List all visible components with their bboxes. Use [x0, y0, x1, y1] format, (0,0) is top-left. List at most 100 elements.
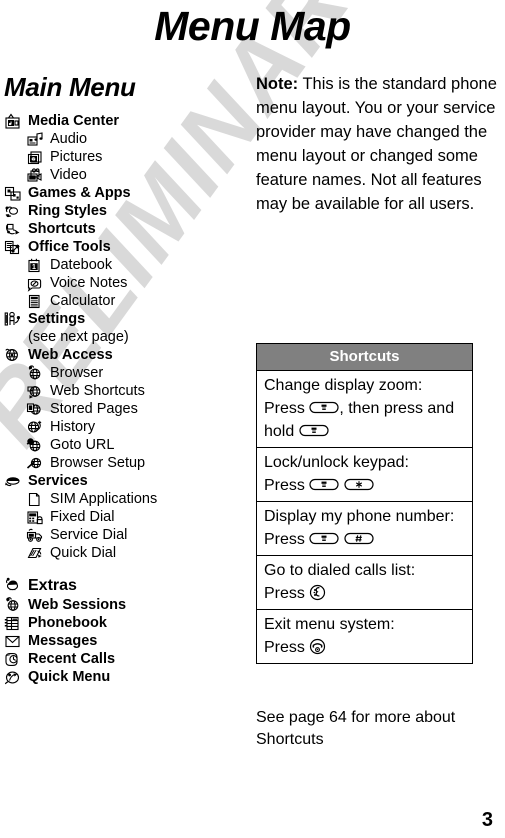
menu-key-icon: [299, 423, 329, 438]
main-menu-item-quick-dial[interactable]: Quick Dial: [4, 544, 242, 562]
services-icon: [4, 473, 23, 490]
main-menu-item-pictures[interactable]: 2 Pictures: [4, 148, 242, 166]
main-menu-item-service-dial[interactable]: Service Dial: [4, 526, 242, 544]
note-column: Note: This is the standard phone menu la…: [256, 72, 500, 216]
note-paragraph: Note: This is the standard phone menu la…: [256, 72, 500, 216]
ring-styles-icon: [4, 203, 23, 220]
main-menu-item-label: Quick Dial: [50, 544, 117, 561]
main-menu-item-label: Calculator: [50, 292, 116, 309]
extras-menu-item-label: Web Sessions: [28, 596, 127, 613]
main-menu-item-label: Shortcuts: [28, 220, 96, 237]
main-menu-item-shortcuts[interactable]: Shortcuts: [4, 220, 242, 238]
menu-key-icon: [309, 531, 339, 546]
audio-note-icon: [26, 131, 45, 148]
main-menu-item-services[interactable]: Services: [4, 472, 242, 490]
extras-menu-item-label: Extras: [28, 576, 77, 594]
shortcut-text: Change display zoom:: [264, 377, 423, 394]
main-menu-item-browser-setup[interactable]: Browser Setup: [4, 454, 242, 472]
main-menu-item-browser[interactable]: Browser: [4, 364, 242, 382]
service-dial-icon: [26, 527, 45, 544]
extras-menu-item-label: Recent Calls: [28, 650, 116, 667]
main-menu-item-fixed-dial[interactable]: Fixed Dial: [4, 508, 242, 526]
main-menu-item-label: Goto URL: [50, 436, 115, 453]
video-camera-icon: [26, 167, 45, 184]
main-menu-item-settings[interactable]: Settings: [4, 310, 242, 328]
extras-menu-item-label: Phonebook: [28, 614, 107, 631]
end-key-icon: [309, 638, 326, 655]
games-apps-icon: [4, 185, 23, 202]
main-menu-item-web-shortcuts[interactable]: Web Shortcuts: [4, 382, 242, 400]
main-menu-item-ring-styles[interactable]: Ring Styles: [4, 202, 242, 220]
main-menu-column: Main Menu Media Center Audio 2 Pictures …: [4, 70, 242, 686]
office-tools-icon: [4, 239, 23, 256]
main-menu-item-media-center[interactable]: Media Center: [4, 112, 242, 130]
extras-menu-item-messages[interactable]: Messages: [4, 632, 242, 650]
shortcut-text: Press: [264, 585, 310, 602]
main-menu-item-datebook[interactable]: 1 Datebook: [4, 256, 242, 274]
messages-icon: [4, 633, 23, 650]
main-menu-item-goto-url[interactable]: Goto URL: [4, 436, 242, 454]
extras-menu-item-quick-menu[interactable]: Quick Menu: [4, 668, 242, 686]
page-title: Menu Map: [154, 3, 351, 49]
main-menu-item-calculator[interactable]: Calculator: [4, 292, 242, 310]
pound-key-icon: [344, 531, 374, 546]
main-menu-item-label: Browser: [50, 364, 104, 381]
main-menu-item-label: Office Tools: [28, 238, 111, 255]
main-menu-item-web-access[interactable]: Web Access: [4, 346, 242, 364]
pictures-icon: 2: [26, 149, 45, 166]
shortcut-text: Press: [264, 531, 310, 548]
menu-key-icon: [309, 400, 339, 415]
svg-text:1: 1: [32, 264, 36, 271]
extras-menu-item-web-sessions[interactable]: Web Sessions: [4, 596, 242, 614]
main-menu-item-label: Datebook: [50, 256, 113, 273]
shortcuts-table-row: Change display zoom: Press , then press a…: [257, 371, 472, 448]
menu-key-icon: [309, 477, 339, 492]
shortcuts-table-row: Display my phone number: Press: [257, 502, 472, 556]
main-menu-item-label: Settings: [28, 310, 86, 327]
web-sessions-icon: [4, 596, 23, 614]
main-menu-item-label: Ring Styles: [28, 202, 107, 219]
extras-menu-item-phonebook[interactable]: Phonebook: [4, 614, 242, 632]
main-menu-item-office-tools[interactable]: Office Tools: [4, 238, 242, 256]
see-page-note: See page 64 for more about Shortcuts: [256, 709, 456, 748]
extras-icon: [4, 577, 23, 594]
main-menu-item-label: Pictures: [50, 148, 103, 165]
main-menu-item-label: Web Shortcuts: [50, 382, 145, 399]
tv-media-icon: [4, 113, 23, 130]
main-menu-item-stored-pages[interactable]: Stored Pages: [4, 400, 242, 418]
web-access-icon: [4, 347, 23, 364]
main-menu-item-label: Web Access: [28, 346, 113, 363]
main-menu-item-see-next-page[interactable]: (see next page): [4, 328, 242, 346]
icon-spacer: [4, 329, 23, 346]
shortcuts-table: Shortcuts Change display zoom: Press , th…: [256, 343, 473, 664]
extras-menu-item-label: Messages: [28, 632, 98, 649]
note-body: This is the standard phone menu layout. …: [256, 75, 497, 213]
stored-pages-icon: [26, 401, 45, 418]
fixed-dial-icon: [26, 509, 45, 526]
main-menu-heading: Main Menu: [4, 72, 136, 102]
main-menu-item-games-apps[interactable]: Games & Apps: [4, 184, 242, 202]
datebook-icon: 1: [26, 257, 45, 274]
main-menu-item-audio[interactable]: Audio: [4, 130, 242, 148]
main-menu-item-voice-notes[interactable]: Voice Notes: [4, 274, 242, 292]
main-menu-item-label: Audio: [50, 130, 88, 147]
shortcut-text: Display my phone number:: [264, 508, 455, 525]
shortcut-text: Press: [264, 400, 310, 417]
main-menu-item-video[interactable]: Video: [4, 166, 242, 184]
extras-menu-item-extras[interactable]: Extras: [4, 574, 242, 596]
calculator-icon: [26, 293, 45, 310]
shortcut-text: Press: [264, 639, 310, 656]
shortcuts-table-row: Exit menu system: Press: [257, 610, 472, 663]
shortcut-text: Lock/unlock keypad:: [264, 454, 409, 471]
extras-menu-item-recent-calls[interactable]: Recent Calls: [4, 650, 242, 668]
main-menu-item-label: Stored Pages: [50, 400, 138, 417]
main-menu-item-sim-applications[interactable]: SIM Applications: [4, 490, 242, 508]
star-key-icon: [344, 477, 374, 492]
main-menu-item-label: History: [50, 418, 96, 435]
main-menu-item-label: Games & Apps: [28, 184, 131, 201]
main-menu-item-label: Video: [50, 166, 87, 183]
main-menu-item-label: (see next page): [28, 328, 129, 345]
phonebook-icon: [4, 615, 23, 632]
main-menu-item-history[interactable]: History: [4, 418, 242, 436]
voice-notes-icon: [26, 275, 45, 292]
